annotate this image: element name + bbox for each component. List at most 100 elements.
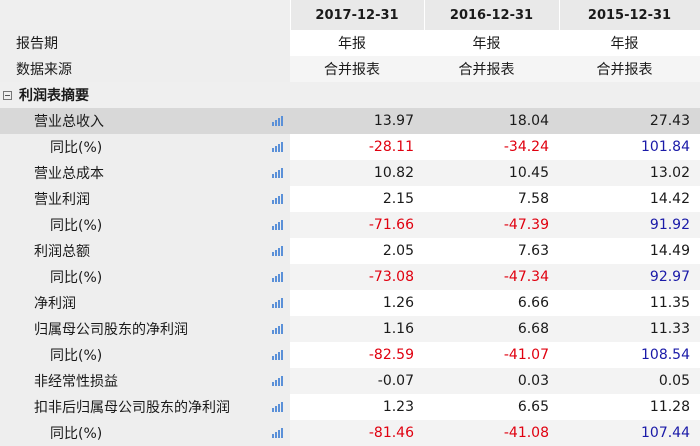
row-label: 营业总收入 xyxy=(34,114,104,130)
header-row: 2017-12-31 2016-12-31 2015-12-31 xyxy=(0,0,700,30)
value-cell: 1.16 xyxy=(290,316,424,342)
value-cell: 7.58 xyxy=(424,186,559,212)
table-row[interactable]: 营业利润 2.15 7.58 14.42 xyxy=(0,186,700,212)
section-header-row[interactable]: 利润表摘要 xyxy=(0,82,700,108)
value-cell: 0.05 xyxy=(559,368,700,394)
value-cell: -47.34 xyxy=(424,264,559,290)
value-cell: 年报 xyxy=(559,30,700,56)
bar-chart-icon[interactable] xyxy=(272,220,284,230)
row-label-cell[interactable]: 同比(%) xyxy=(0,134,290,160)
row-label: 同比(%) xyxy=(50,140,103,156)
row-label-cell[interactable]: 扣非后归属母公司股东的净利润 xyxy=(0,394,290,420)
row-label-cell[interactable]: 同比(%) xyxy=(0,342,290,368)
value-cell: -41.08 xyxy=(424,420,559,446)
table-row[interactable]: 同比(%) -82.59 -41.07 108.54 xyxy=(0,342,700,368)
row-label-cell[interactable]: 利润总额 xyxy=(0,238,290,264)
table-row[interactable]: 同比(%) -81.46 -41.08 107.44 xyxy=(0,420,700,446)
value-cell: -0.07 xyxy=(290,368,424,394)
section-empty-cell xyxy=(424,82,559,108)
value-cell: 14.42 xyxy=(559,186,700,212)
value-cell: 10.82 xyxy=(290,160,424,186)
period-header[interactable]: 2017-12-31 xyxy=(290,0,425,30)
section-empty-cell xyxy=(559,82,700,108)
table-row[interactable]: 扣非后归属母公司股东的净利润 1.23 6.65 11.28 xyxy=(0,394,700,420)
value-cell: -81.46 xyxy=(290,420,424,446)
bar-chart-icon[interactable] xyxy=(272,168,284,178)
row-label-cell[interactable]: 营业总收入 xyxy=(0,108,290,134)
header-corner xyxy=(0,0,291,30)
table-row[interactable]: 非经常性损益 -0.07 0.03 0.05 xyxy=(0,368,700,394)
row-label-cell[interactable]: 同比(%) xyxy=(0,420,290,446)
value-cell: 1.23 xyxy=(290,394,424,420)
period-header[interactable]: 2016-12-31 xyxy=(424,0,560,30)
row-label-cell[interactable]: 营业总成本 xyxy=(0,160,290,186)
value-cell: 27.43 xyxy=(559,108,700,134)
financial-summary-table: 2017-12-31 2016-12-31 2015-12-31 报告期 年报 … xyxy=(0,0,700,446)
value-cell: 11.35 xyxy=(559,290,700,316)
value-cell: 2.05 xyxy=(290,238,424,264)
value-cell: 14.49 xyxy=(559,238,700,264)
section-empty-cell xyxy=(290,82,424,108)
row-label-cell[interactable]: 同比(%) xyxy=(0,212,290,238)
value-cell: 1.26 xyxy=(290,290,424,316)
table-row[interactable]: 营业总收入 13.97 18.04 27.43 xyxy=(0,108,700,134)
value-cell: 11.28 xyxy=(559,394,700,420)
value-cell: 6.68 xyxy=(424,316,559,342)
report-period-row: 报告期 年报 年报 年报 xyxy=(0,30,700,56)
table-row[interactable]: 同比(%) -28.11 -34.24 101.84 xyxy=(0,134,700,160)
table-row[interactable]: 归属母公司股东的净利润 1.16 6.68 11.33 xyxy=(0,316,700,342)
value-cell: -47.39 xyxy=(424,212,559,238)
value-cell: -34.24 xyxy=(424,134,559,160)
row-label-cell[interactable]: 营业利润 xyxy=(0,186,290,212)
row-label: 净利润 xyxy=(34,296,76,312)
value-cell: 13.02 xyxy=(559,160,700,186)
row-label-cell: 数据来源 xyxy=(0,56,290,82)
period-header[interactable]: 2015-12-31 xyxy=(559,0,700,30)
value-cell: 年报 xyxy=(290,30,424,56)
value-cell: 108.54 xyxy=(559,342,700,368)
bar-chart-icon[interactable] xyxy=(272,402,284,412)
row-label: 报告期 xyxy=(16,36,58,52)
bar-chart-icon[interactable] xyxy=(272,324,284,334)
table-row[interactable]: 利润总额 2.05 7.63 14.49 xyxy=(0,238,700,264)
row-label: 归属母公司股东的净利润 xyxy=(34,322,188,338)
value-cell: 107.44 xyxy=(559,420,700,446)
data-source-row: 数据来源 合并报表 合并报表 合并报表 xyxy=(0,56,700,82)
value-cell: -28.11 xyxy=(290,134,424,160)
bar-chart-icon[interactable] xyxy=(272,142,284,152)
value-cell: 0.03 xyxy=(424,368,559,394)
value-cell: 合并报表 xyxy=(424,56,559,82)
row-label: 同比(%) xyxy=(50,270,103,286)
row-label-cell[interactable]: 非经常性损益 xyxy=(0,368,290,394)
value-cell: 91.92 xyxy=(559,212,700,238)
value-cell: -71.66 xyxy=(290,212,424,238)
value-cell: 10.45 xyxy=(424,160,559,186)
value-cell: 92.97 xyxy=(559,264,700,290)
bar-chart-icon[interactable] xyxy=(272,194,284,204)
bar-chart-icon[interactable] xyxy=(272,376,284,386)
table-row[interactable]: 同比(%) -73.08 -47.34 92.97 xyxy=(0,264,700,290)
row-label-cell: 报告期 xyxy=(0,30,290,56)
table-row[interactable]: 营业总成本 10.82 10.45 13.02 xyxy=(0,160,700,186)
value-cell: 6.66 xyxy=(424,290,559,316)
bar-chart-icon[interactable] xyxy=(272,350,284,360)
value-cell: 7.63 xyxy=(424,238,559,264)
value-cell: 6.65 xyxy=(424,394,559,420)
row-label-cell[interactable]: 归属母公司股东的净利润 xyxy=(0,316,290,342)
bar-chart-icon[interactable] xyxy=(272,116,284,126)
table-row[interactable]: 净利润 1.26 6.66 11.35 xyxy=(0,290,700,316)
row-label-cell[interactable]: 同比(%) xyxy=(0,264,290,290)
bar-chart-icon[interactable] xyxy=(272,272,284,282)
bar-chart-icon[interactable] xyxy=(272,246,284,256)
collapse-minus-icon[interactable] xyxy=(3,91,12,100)
table-row[interactable]: 同比(%) -71.66 -47.39 91.92 xyxy=(0,212,700,238)
value-cell: 合并报表 xyxy=(559,56,700,82)
row-label-cell[interactable]: 净利润 xyxy=(0,290,290,316)
value-cell: 2.15 xyxy=(290,186,424,212)
value-cell: 年报 xyxy=(424,30,559,56)
bar-chart-icon[interactable] xyxy=(272,428,284,438)
section-label-cell[interactable]: 利润表摘要 xyxy=(0,82,290,108)
row-label: 数据来源 xyxy=(16,62,72,78)
bar-chart-icon[interactable] xyxy=(272,298,284,308)
row-label: 非经常性损益 xyxy=(34,374,118,390)
